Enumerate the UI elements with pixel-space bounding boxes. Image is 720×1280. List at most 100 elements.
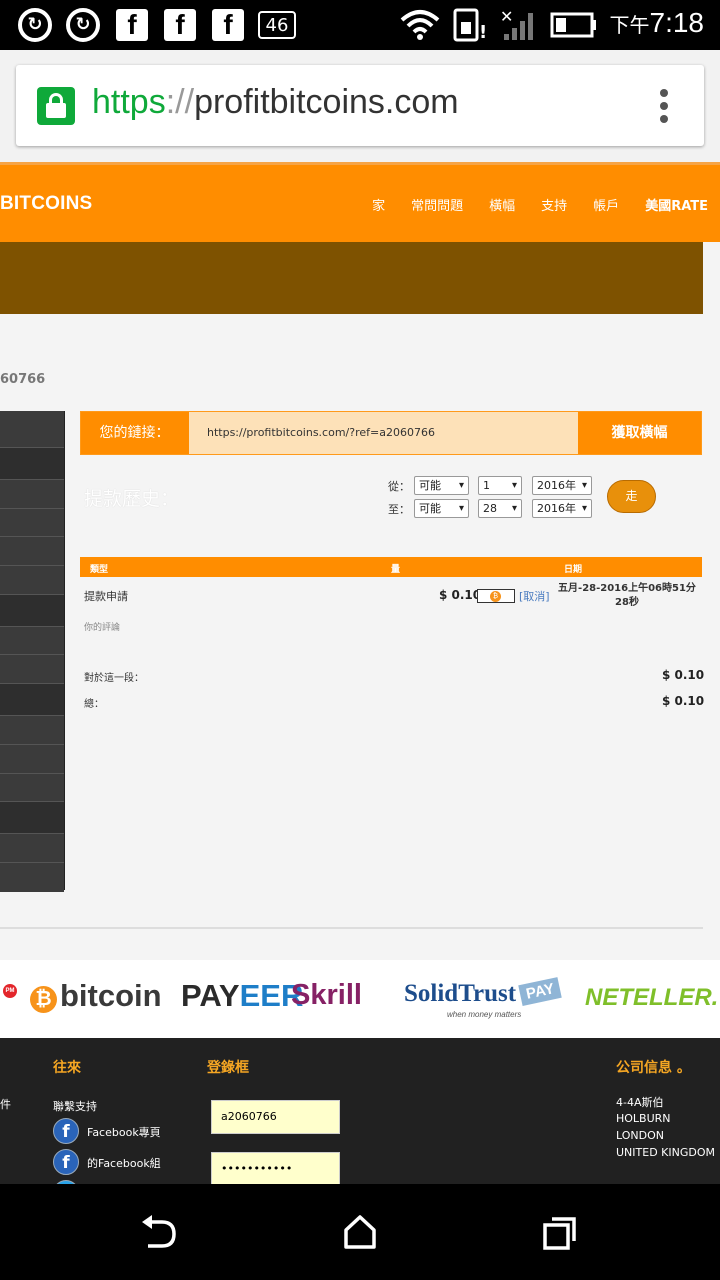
- address-line: LONDON: [616, 1129, 664, 1142]
- sidebar-item[interactable]: [0, 594, 64, 627]
- col-type: 類型: [90, 565, 109, 575]
- overflow-menu-icon[interactable]: [660, 89, 670, 125]
- svg-text:!: !: [479, 22, 487, 42]
- bitcoin-icon: ₿: [477, 589, 515, 603]
- grand-total-label: 總：: [84, 699, 104, 710]
- notification-count-badge: 46: [258, 11, 296, 39]
- segment-total-value: $ 0.10: [662, 668, 705, 682]
- from-year-select[interactable]: 2016年: [532, 476, 592, 495]
- row-amount: $ 0.10: [439, 588, 482, 602]
- sidebar-item[interactable]: [0, 773, 64, 803]
- footer-login-heading: 登錄框: [207, 1060, 249, 1076]
- back-icon[interactable]: [140, 1214, 180, 1250]
- cancel-link[interactable]: [取消]: [519, 588, 550, 604]
- contact-support-link[interactable]: 聯繫支持: [53, 1098, 97, 1114]
- sync-download-icon: ↻: [66, 8, 100, 42]
- sidebar-item[interactable]: [0, 448, 64, 480]
- skrill-logo: Skrill: [291, 979, 362, 1011]
- wifi-icon: [400, 8, 440, 42]
- system-navigation-bar: [0, 1184, 720, 1280]
- sidebar-item[interactable]: [0, 537, 64, 567]
- payeer-logo: PAYEER: [181, 978, 304, 1013]
- clock: 下午7:18: [609, 7, 705, 38]
- row-date: 五月-28-2016上午06時51分28秒: [558, 583, 696, 608]
- facebook-group-link[interactable]: 的Facebook組: [87, 1155, 161, 1171]
- address-bar[interactable]: https://profitbitcoins.com: [16, 65, 704, 146]
- withdrawal-history-title: 提款歷史：: [84, 488, 180, 510]
- get-banners-button[interactable]: 獲取橫幅: [578, 412, 701, 454]
- solidtrust-logo: SolidTrust: [404, 980, 517, 1007]
- solidtrust-pay-badge: PAY: [518, 977, 563, 1006]
- to-label: 至：: [388, 503, 410, 516]
- col-date: 日期: [564, 565, 583, 575]
- footer-company-heading: 公司信息 。: [616, 1060, 691, 1076]
- site-nav: 家 常問問題 橫幅 支持 帳戶 美國RATE: [372, 195, 708, 214]
- from-month-select[interactable]: 可能: [414, 476, 469, 495]
- sidebar-item[interactable]: [0, 626, 64, 656]
- sidebar-item[interactable]: [0, 566, 64, 595]
- status-bar: ↻ ↻ f f f 46 ! ✕ 下午7:18: [0, 0, 720, 50]
- password-input[interactable]: •••••••••••: [211, 1152, 340, 1184]
- footer-cut-text: 件: [0, 1098, 11, 1111]
- browser-toolbar: https://profitbitcoins.com: [0, 50, 720, 162]
- web-page: BITCOINS 家 常問問題 橫幅 支持 帳戶 美國RATE 60766 您的…: [0, 162, 720, 1184]
- sidebar-item[interactable]: [0, 411, 64, 448]
- sidebar-item[interactable]: [0, 802, 64, 835]
- facebook-page-link[interactable]: Facebook專頁: [87, 1124, 161, 1140]
- history-table-header: 類型 量 日期: [80, 557, 702, 577]
- address-line: HOLBURN: [616, 1112, 671, 1125]
- sidebar-item[interactable]: [0, 834, 64, 863]
- nav-account[interactable]: 帳戶: [593, 195, 619, 214]
- address-line: UNITED KINGDOM: [616, 1146, 715, 1159]
- from-label: 從：: [388, 480, 410, 493]
- nav-faq[interactable]: 常問問題: [411, 195, 463, 214]
- home-icon[interactable]: [342, 1214, 378, 1250]
- recent-apps-icon[interactable]: [542, 1215, 578, 1251]
- facebook-notification-icon: f: [116, 8, 148, 42]
- facebook-icon[interactable]: f: [53, 1149, 79, 1175]
- segment-total-label: 對於這一段：: [84, 673, 144, 684]
- sidebar-item[interactable]: [0, 684, 64, 717]
- payment-logos: PM ₿ bitcoin PAYEER Skrill SolidTrust PA…: [0, 960, 720, 1038]
- sidebar-item[interactable]: [0, 480, 64, 509]
- site-navbar: BITCOINS 家 常問問題 橫幅 支持 帳戶 美國RATE: [0, 162, 720, 242]
- nav-home[interactable]: 家: [372, 195, 385, 214]
- to-day-select[interactable]: 28: [478, 499, 522, 518]
- sidebar-item[interactable]: [0, 716, 64, 745]
- sim-card-icon: !: [452, 8, 488, 42]
- sync-icon: ↻: [18, 8, 52, 42]
- sidebar-item[interactable]: [0, 862, 64, 892]
- col-amount: 量: [391, 565, 401, 575]
- sidebar-item[interactable]: [0, 655, 64, 685]
- username-input[interactable]: a2060766: [211, 1100, 340, 1134]
- facebook-notification-icon: f: [164, 8, 196, 42]
- referral-label: 您的鏈接：: [99, 425, 170, 441]
- battery-icon: [550, 8, 598, 42]
- site-logo[interactable]: BITCOINS: [0, 193, 92, 215]
- to-year-select[interactable]: 2016年: [532, 499, 592, 518]
- divider: [0, 927, 703, 929]
- footer-contact-heading: 往來: [53, 1060, 81, 1076]
- svg-text:✕: ✕: [500, 8, 513, 26]
- neteller-logo: NETELLER.: [585, 984, 719, 1011]
- bitcoin-logo: bitcoin: [60, 978, 162, 1013]
- sidebar-item[interactable]: [0, 508, 64, 538]
- nav-banners[interactable]: 橫幅: [489, 195, 515, 214]
- solidtrust-tagline: when money matters: [447, 1010, 522, 1019]
- nav-us-rate[interactable]: 美國RATE: [645, 195, 708, 214]
- row-comment: 你的評論: [84, 623, 121, 633]
- url-text[interactable]: https://profitbitcoins.com: [92, 83, 459, 122]
- sidebar-item[interactable]: [0, 744, 64, 774]
- nav-support[interactable]: 支持: [541, 195, 567, 214]
- account-sidebar: [0, 411, 65, 892]
- site-footer: 件 往來 聯繫支持 f Facebook專頁 f 的Facebook組 登錄框 …: [0, 1038, 720, 1184]
- facebook-icon[interactable]: f: [53, 1118, 79, 1144]
- page-banner: [0, 242, 703, 314]
- referral-link-field[interactable]: https://profitbitcoins.com/?ref=a2060766: [189, 412, 578, 454]
- user-id: 60766: [0, 372, 46, 387]
- to-month-select[interactable]: 可能: [414, 499, 469, 518]
- bitcoin-icon: ₿: [30, 986, 57, 1013]
- go-button[interactable]: 走: [607, 480, 656, 513]
- from-day-select[interactable]: 1: [478, 476, 522, 495]
- lock-icon[interactable]: [37, 87, 75, 125]
